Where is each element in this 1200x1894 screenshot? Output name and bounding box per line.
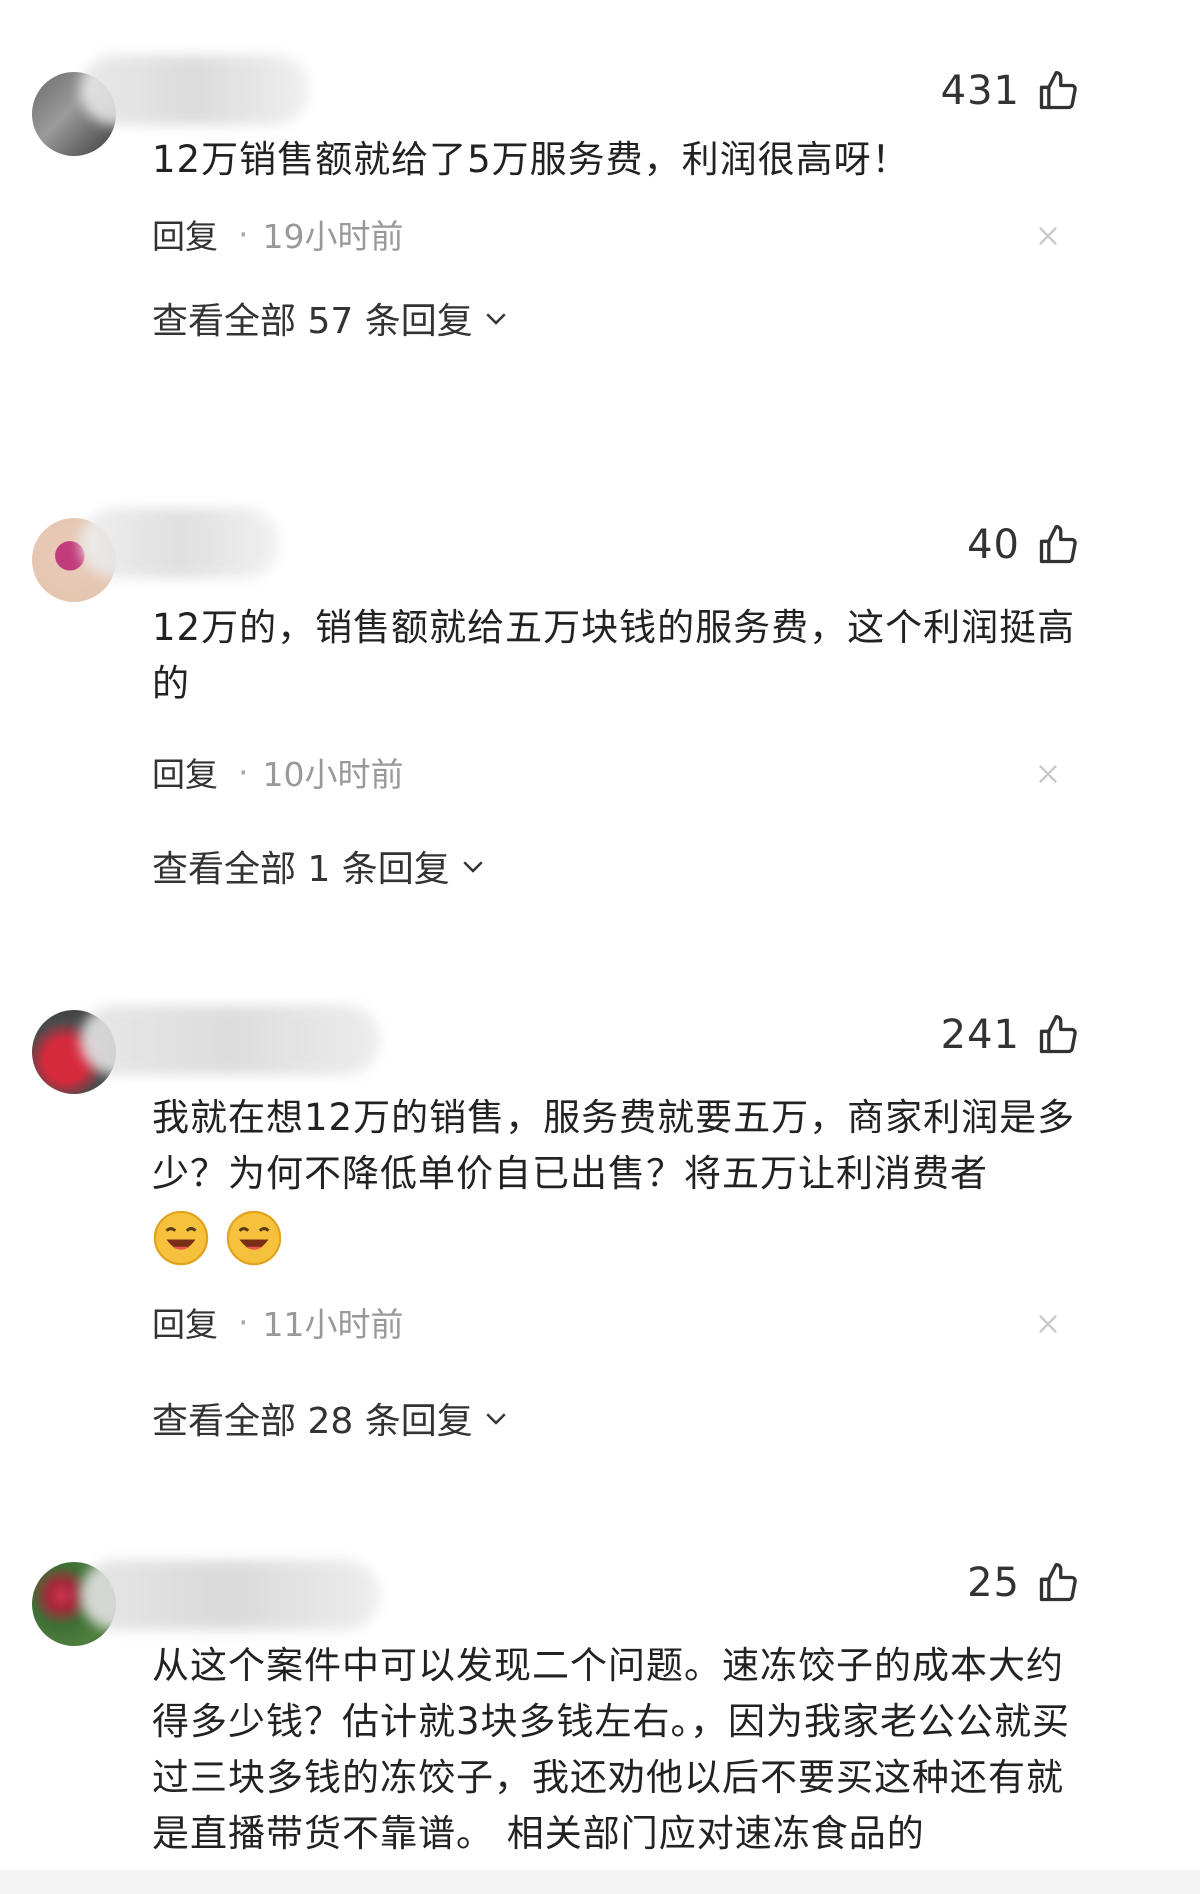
blurred-username[interactable] (80, 1560, 380, 1630)
chevron-down-icon (486, 1413, 506, 1425)
view-replies-label: 查看全部 1 条回复 (152, 849, 450, 890)
like-control[interactable]: 25 (967, 1560, 1080, 1606)
blurred-username[interactable] (80, 55, 310, 125)
like-control[interactable]: 40 (967, 522, 1080, 568)
thumbs-up-icon[interactable] (1036, 1561, 1080, 1605)
comment-time: 11小时前 (262, 1305, 404, 1344)
comment-time: 19小时前 (262, 217, 404, 256)
close-icon[interactable] (1034, 1310, 1062, 1338)
like-control[interactable]: 431 (941, 68, 1080, 114)
view-replies-button[interactable]: 查看全部 57 条回复 (152, 292, 511, 344)
blurred-username[interactable] (80, 1005, 380, 1075)
comment-meta: 回复 · 10小时前 (152, 748, 404, 796)
meta-separator: · (238, 752, 249, 792)
comment-text: 从这个案件中可以发现二个问题。速冻饺子的成本大约得多少钱？估计就3块多钱左右。，… (152, 1644, 1071, 1855)
comment-list-page: 431 12万销售额就给了5万服务费，利润很高呀！ 回复 · 19小时前 查看全… (0, 0, 1200, 1894)
reply-button[interactable]: 回复 (152, 748, 218, 796)
bottom-edge (0, 1870, 1200, 1894)
chevron-down-icon (463, 861, 483, 873)
thumbs-up-icon[interactable] (1036, 1013, 1080, 1057)
blurred-username[interactable] (80, 508, 280, 578)
like-count: 241 (940, 1012, 1020, 1058)
meta-separator: · (238, 1302, 249, 1342)
emoji-row (152, 1208, 1082, 1267)
thumbs-up-icon[interactable] (1036, 69, 1080, 113)
view-replies-button[interactable]: 查看全部 1 条回复 (152, 840, 488, 892)
like-control[interactable]: 241 (941, 1012, 1080, 1058)
reply-button[interactable]: 回复 (152, 1298, 218, 1346)
close-icon[interactable] (1034, 222, 1062, 250)
laughing-face-emoji (226, 1210, 281, 1265)
like-count: 431 (940, 68, 1020, 114)
meta-separator: · (238, 214, 249, 254)
view-replies-label: 查看全部 28 条回复 (152, 1401, 473, 1442)
comment-text-body: 我就在想12万的销售，服务费就要五万，商家利润是多少？为何不降低单价自已出售？将… (152, 1096, 1076, 1195)
comment-meta: 回复 · 11小时前 (152, 1298, 404, 1346)
like-count: 25 (967, 1560, 1020, 1606)
thumbs-up-icon[interactable] (1036, 523, 1080, 567)
comment-time: 10小时前 (262, 755, 404, 794)
comment-text: 我就在想12万的销售，服务费就要五万，商家利润是多少？为何不降低单价自已出售？将… (152, 1090, 1082, 1267)
like-count: 40 (967, 522, 1020, 568)
chevron-down-icon (486, 313, 506, 325)
comment-meta: 回复 · 19小时前 (152, 210, 404, 258)
laughing-face-emoji (153, 1210, 209, 1265)
reply-button[interactable]: 回复 (152, 210, 218, 258)
comment-text: 12万销售额就给了5万服务费，利润很高呀！ (152, 138, 910, 181)
close-icon[interactable] (1034, 760, 1062, 788)
view-replies-button[interactable]: 查看全部 28 条回复 (152, 1392, 511, 1444)
view-replies-label: 查看全部 57 条回复 (152, 301, 473, 342)
comment-text: 12万的，销售额就给五万块钱的服务费，这个利润挺高的 (152, 606, 1076, 705)
